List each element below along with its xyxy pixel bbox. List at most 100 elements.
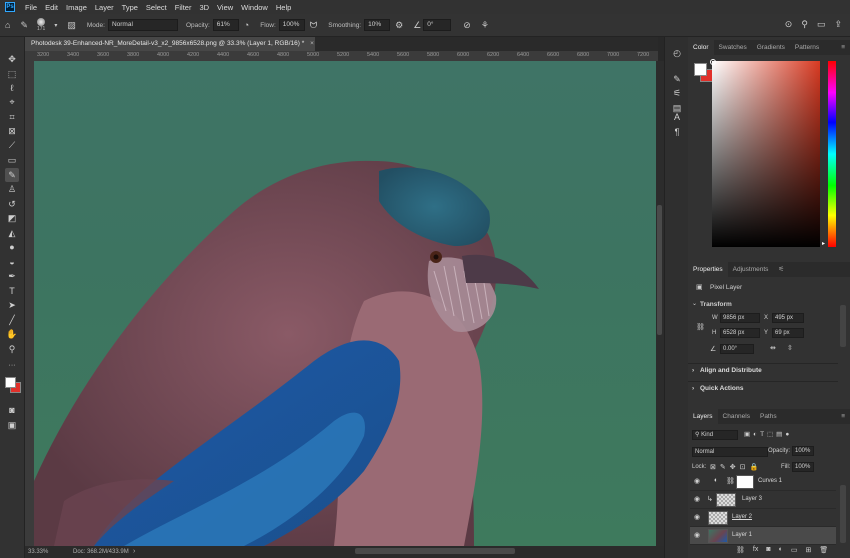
tab-channels[interactable]: Channels: [718, 409, 755, 424]
character-icon[interactable]: A: [671, 111, 683, 123]
more-tools-icon[interactable]: ···: [5, 358, 19, 372]
symmetry-icon[interactable]: ⚘: [481, 20, 489, 31]
eraser-tool-icon[interactable]: ◩: [5, 211, 19, 225]
width-input[interactable]: 9856 px: [720, 313, 760, 323]
link-icon[interactable]: ⛓: [736, 546, 745, 554]
airbrush-icon[interactable]: ᗢ: [310, 20, 317, 31]
pressure-opacity-icon[interactable]: ◔: [244, 20, 249, 30]
menu-type[interactable]: Type: [118, 3, 142, 12]
tab-extra-icon[interactable]: ⚟: [773, 262, 789, 277]
color-picker-field[interactable]: [712, 61, 820, 247]
line-tool-icon[interactable]: ╱: [5, 313, 19, 327]
angle-input[interactable]: 0.00°: [720, 344, 754, 354]
search-icon[interactable]: ⚲: [801, 19, 808, 30]
layer-filter-icons[interactable]: ▣◐T⬚▤●: [744, 430, 792, 438]
link-dimensions-icon[interactable]: ⛓: [696, 323, 705, 331]
clone-stamp-tool-icon[interactable]: ♙: [5, 182, 19, 196]
properties-scrollbar[interactable]: [840, 305, 846, 347]
dodge-tool-icon[interactable]: ◒: [5, 255, 19, 269]
zoom-level[interactable]: 33.33%: [28, 549, 48, 555]
group-icon[interactable]: ▭: [791, 546, 798, 554]
brush-settings-icon[interactable]: ▨: [67, 20, 76, 31]
eyedropper-tool-icon[interactable]: ⟋: [5, 138, 19, 152]
close-icon[interactable]: ×: [310, 40, 314, 47]
image-canvas[interactable]: [34, 61, 656, 546]
blend-mode-select[interactable]: Normal: [692, 447, 768, 457]
workspace-icon[interactable]: ▭: [817, 19, 826, 30]
quick-mask-icon[interactable]: ◙: [5, 403, 19, 417]
layers-scrollbar[interactable]: [840, 485, 846, 543]
lock-icons[interactable]: ⊠✎✥⊡🔒: [710, 463, 762, 471]
fill-input[interactable]: 100%: [792, 462, 814, 472]
move-tool-icon[interactable]: ✥: [5, 52, 19, 66]
layer-name[interactable]: Curves 1: [758, 478, 782, 484]
new-layer-icon[interactable]: ⊞: [805, 546, 811, 554]
visibility-eye-icon[interactable]: ◉: [694, 477, 700, 485]
menu-file[interactable]: File: [21, 3, 41, 12]
smoothing-input[interactable]: 10%: [364, 19, 391, 31]
menu-edit[interactable]: Edit: [41, 3, 62, 12]
blur-tool-icon[interactable]: ●: [5, 240, 19, 254]
marquee-tool-icon[interactable]: ⬚: [5, 67, 19, 81]
layer-name[interactable]: Layer 2: [732, 514, 752, 520]
filter-kind-select[interactable]: ⚲ Kind: [692, 430, 738, 440]
brush-settings-icon[interactable]: ✎: [671, 73, 683, 85]
visibility-eye-icon[interactable]: ◉: [694, 531, 700, 539]
paint-bucket-tool-icon[interactable]: ◭: [5, 226, 19, 240]
brush-preset-picker[interactable]: 171: [37, 18, 45, 32]
document-tab[interactable]: Photodesk 39-Enhanced-NR_MoreDetail-v3_x…: [25, 37, 315, 51]
quick-actions-section[interactable]: › Quick Actions: [688, 381, 838, 395]
menu-layer[interactable]: Layer: [91, 3, 118, 12]
quick-select-tool-icon[interactable]: ⌖: [5, 95, 19, 109]
pressure-size-icon[interactable]: ⊘: [463, 20, 471, 31]
color-picker-cursor[interactable]: [710, 59, 716, 65]
menu-select[interactable]: Select: [142, 3, 171, 12]
menu-filter[interactable]: Filter: [171, 3, 196, 12]
adjustment-icon[interactable]: ◐: [779, 546, 783, 554]
flip-horizontal-icon[interactable]: ⇹: [770, 344, 776, 352]
visibility-eye-icon[interactable]: ◉: [694, 495, 700, 503]
layer-row-curves[interactable]: ◉ ◐ ⛓ Curves 1: [690, 473, 836, 491]
healing-brush-tool-icon[interactable]: ▭: [5, 153, 19, 167]
learn-icon[interactable]: ⊙: [785, 19, 793, 30]
tab-layers[interactable]: Layers: [688, 409, 718, 424]
visibility-eye-icon[interactable]: ◉: [694, 513, 700, 521]
layer-name[interactable]: Layer 1: [732, 532, 752, 538]
layer-row-layer1[interactable]: ◉ Layer 1: [690, 527, 836, 545]
gear-icon[interactable]: ⚙: [395, 20, 403, 31]
trash-icon[interactable]: 🗑: [819, 546, 828, 554]
opacity-input[interactable]: 61%: [212, 19, 239, 31]
screen-mode-icon[interactable]: ▣: [5, 418, 19, 432]
mask-icon[interactable]: ◙: [766, 546, 770, 554]
brush-tool-icon[interactable]: ✎: [5, 168, 19, 182]
menu-help[interactable]: Help: [272, 3, 295, 12]
tab-color[interactable]: Color: [688, 40, 714, 55]
tab-properties[interactable]: Properties: [688, 262, 728, 277]
foreground-color-swatch[interactable]: [5, 377, 16, 388]
horizontal-scrollbar-thumb[interactable]: [355, 548, 515, 554]
flow-input[interactable]: 100%: [278, 19, 305, 31]
frame-tool-icon[interactable]: ⊠: [5, 124, 19, 138]
layer-name[interactable]: Layer 3: [742, 496, 762, 502]
panel-menu-icon[interactable]: ≡: [836, 40, 850, 55]
layers-menu-icon[interactable]: ≡: [836, 409, 850, 424]
paragraph-icon[interactable]: ¶: [671, 126, 683, 138]
chevron-down-icon[interactable]: ▾: [54, 22, 57, 29]
path-selection-tool-icon[interactable]: ➤: [5, 298, 19, 312]
history-icon[interactable]: ◴: [671, 47, 683, 59]
home-icon[interactable]: ⌂: [5, 20, 10, 30]
layer-row-layer2[interactable]: ◉ Layer 2: [690, 509, 836, 527]
adjustments-icon[interactable]: ⚟: [671, 87, 683, 99]
menu-image[interactable]: Image: [62, 3, 91, 12]
hand-tool-icon[interactable]: ✋: [5, 327, 19, 341]
status-chevron-icon[interactable]: ›: [133, 548, 135, 555]
layer-opacity-input[interactable]: 100%: [792, 446, 814, 456]
x-input[interactable]: 495 px: [772, 313, 804, 323]
zoom-tool-icon[interactable]: ⚲: [5, 342, 19, 356]
height-input[interactable]: 6528 px: [720, 328, 760, 338]
hue-slider[interactable]: [828, 61, 836, 247]
y-input[interactable]: 69 px: [772, 328, 804, 338]
layer-row-layer3[interactable]: ◉ ↳ Layer 3: [690, 491, 836, 509]
align-distribute-section[interactable]: › Align and Distribute: [688, 363, 838, 377]
type-tool-icon[interactable]: T: [5, 284, 19, 298]
